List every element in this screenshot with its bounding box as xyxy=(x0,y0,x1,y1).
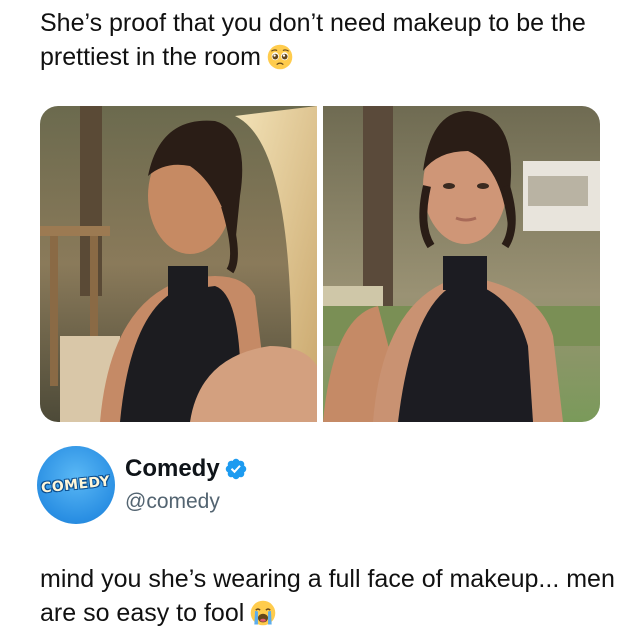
display-name[interactable]: Comedy xyxy=(125,454,220,484)
verified-badge-icon xyxy=(225,458,246,480)
photo-right-image-icon xyxy=(323,106,600,422)
media-gallery[interactable] xyxy=(40,106,600,422)
tweet-body: mind you she’s wearing a full face of ma… xyxy=(40,562,620,630)
pleading-face-emoji-icon xyxy=(267,44,293,70)
photo-left-image-icon xyxy=(40,106,317,422)
display-name-row: Comedy xyxy=(125,454,248,484)
post-caption: She’s proof that you don’t need makeup t… xyxy=(40,6,620,74)
caption-text: She’s proof that you don’t need makeup t… xyxy=(40,9,586,71)
tweet-text: mind you she’s wearing a full face of ma… xyxy=(40,565,615,627)
photo-left[interactable] xyxy=(40,106,317,422)
account-handle[interactable]: @comedy xyxy=(125,488,248,516)
account-names: Comedy @comedy xyxy=(125,454,248,516)
avatar[interactable]: COMEDY xyxy=(37,446,115,524)
account-row[interactable]: COMEDY Comedy @comedy xyxy=(37,444,248,526)
photo-right[interactable] xyxy=(323,106,600,422)
avatar-logo-text: COMEDY xyxy=(40,473,112,497)
loudly-crying-face-emoji-icon xyxy=(251,600,276,626)
